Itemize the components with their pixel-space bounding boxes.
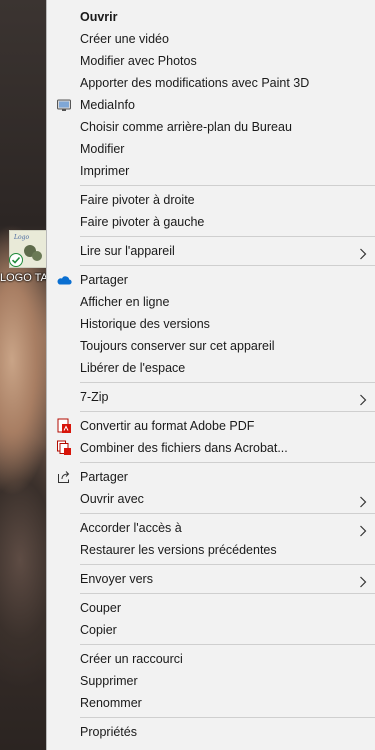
menu-item-creer-un-raccourci[interactable]: Créer un raccourci xyxy=(47,648,375,670)
menu-item-label: Imprimer xyxy=(80,164,130,178)
menu-separator xyxy=(80,564,375,565)
menu-separator xyxy=(80,644,375,645)
menu-item-liberer-de-l-espace[interactable]: Libérer de l'espace xyxy=(47,357,375,379)
share-icon xyxy=(56,469,72,485)
desktop-file-icon[interactable]: Logo LOGO TAIMAG xyxy=(0,226,47,306)
menu-item-label: Propriétés xyxy=(80,725,137,739)
desktop-file-label: LOGO TAIMAG xyxy=(0,272,46,284)
menu-separator xyxy=(80,236,375,237)
menu-item-label: Choisir comme arrière-plan du Bureau xyxy=(80,120,292,134)
context-menu: Ouvrir Créer une vidéo Modifier avec Photo… xyxy=(46,0,375,750)
menu-item-accorder-l-acces-a[interactable]: Accorder l'accès à xyxy=(47,517,375,539)
menu-item-label: Couper xyxy=(80,601,121,615)
menu-item-label: Toujours conserver sur cet appareil xyxy=(80,339,275,353)
menu-item-partager[interactable]: Partager xyxy=(47,466,375,488)
menu-item-label: Libérer de l'espace xyxy=(80,361,186,375)
menu-item-label: Envoyer vers xyxy=(80,572,153,586)
acrobat-combine-icon xyxy=(56,440,72,456)
menu-item-label: Faire pivoter à gauche xyxy=(80,215,205,229)
sync-check-icon xyxy=(9,253,23,267)
chevron-right-icon xyxy=(359,391,367,406)
menu-item-faire-pivoter-a-droite[interactable]: Faire pivoter à droite xyxy=(47,189,375,211)
menu-item-partager[interactable]: Partager xyxy=(47,269,375,291)
menu-item-modifier-avec-photos[interactable]: Modifier avec Photos xyxy=(47,50,375,72)
menu-item-ouvrir-avec[interactable]: Ouvrir avec xyxy=(47,488,375,510)
menu-separator xyxy=(80,462,375,463)
menu-item-label: Apporter des modifications avec Paint 3D xyxy=(80,76,310,90)
menu-item-restaurer-les-versions-precedentes[interactable]: Restaurer les versions précédentes xyxy=(47,539,375,561)
menu-separator xyxy=(80,411,375,412)
menu-item-label: Partager xyxy=(80,273,128,287)
menu-item-7-zip[interactable]: 7-Zip xyxy=(47,386,375,408)
menu-item-label: Ouvrir avec xyxy=(80,492,144,506)
menu-item-renommer[interactable]: Renommer xyxy=(47,692,375,714)
menu-item-label: Restaurer les versions précédentes xyxy=(80,543,277,557)
menu-item-label: 7-Zip xyxy=(80,390,109,404)
menu-item-label: Créer un raccourci xyxy=(80,652,183,666)
chevron-right-icon xyxy=(359,245,367,260)
chevron-right-icon xyxy=(359,573,367,588)
menu-item-proprietes[interactable]: Propriétés xyxy=(47,721,375,743)
menu-item-modifier[interactable]: Modifier xyxy=(47,138,375,160)
menu-item-lire-sur-l-appareil[interactable]: Lire sur l'appareil xyxy=(47,240,375,262)
mediainfo-icon xyxy=(56,97,72,113)
menu-item-label: Historique des versions xyxy=(80,317,210,331)
menu-separator xyxy=(80,717,375,718)
menu-separator xyxy=(80,265,375,266)
menu-item-couper[interactable]: Couper xyxy=(47,597,375,619)
menu-item-label: Accorder l'accès à xyxy=(80,521,182,535)
menu-item-label: Modifier avec Photos xyxy=(80,54,197,68)
menu-item-label: MediaInfo xyxy=(80,98,135,112)
menu-separator xyxy=(80,513,375,514)
onedrive-cloud-icon xyxy=(56,272,72,288)
menu-separator xyxy=(80,382,375,383)
menu-item-label: Créer une vidéo xyxy=(80,32,169,46)
menu-item-faire-pivoter-a-gauche[interactable]: Faire pivoter à gauche xyxy=(47,211,375,233)
menu-item-supprimer[interactable]: Supprimer xyxy=(47,670,375,692)
menu-separator xyxy=(80,185,375,186)
menu-item-envoyer-vers[interactable]: Envoyer vers xyxy=(47,568,375,590)
menu-item-label: Partager xyxy=(80,470,128,484)
menu-item-choisir-comme-arriere-plan-du-bureau[interactable]: Choisir comme arrière-plan du Bureau xyxy=(47,116,375,138)
menu-item-label: Ouvrir xyxy=(80,10,118,24)
menu-item-historique-des-versions[interactable]: Historique des versions xyxy=(47,313,375,335)
menu-item-combiner-des-fichiers-dans-acrobat[interactable]: Combiner des fichiers dans Acrobat... xyxy=(47,437,375,459)
menu-item-label: Faire pivoter à droite xyxy=(80,193,195,207)
menu-item-label: Combiner des fichiers dans Acrobat... xyxy=(80,441,288,455)
menu-item-label: Modifier xyxy=(80,142,125,156)
chevron-right-icon xyxy=(359,522,367,537)
menu-item-toujours-conserver-sur-cet-appareil[interactable]: Toujours conserver sur cet appareil xyxy=(47,335,375,357)
menu-separator xyxy=(80,593,375,594)
menu-item-creer-une-video[interactable]: Créer une vidéo xyxy=(47,28,375,50)
menu-item-apporter-des-modifications-avec-paint-3d[interactable]: Apporter des modifications avec Paint 3D xyxy=(47,72,375,94)
menu-item-label: Afficher en ligne xyxy=(80,295,170,309)
menu-item-convertir-au-format-adobe-pdf[interactable]: Convertir au format Adobe PDF xyxy=(47,415,375,437)
menu-item-mediainfo[interactable]: MediaInfo xyxy=(47,94,375,116)
menu-item-copier[interactable]: Copier xyxy=(47,619,375,641)
menu-item-label: Convertir au format Adobe PDF xyxy=(80,419,255,433)
adobe-pdf-icon xyxy=(56,418,72,434)
menu-item-afficher-en-ligne[interactable]: Afficher en ligne xyxy=(47,291,375,313)
menu-item-label: Copier xyxy=(80,623,117,637)
menu-item-ouvrir[interactable]: Ouvrir xyxy=(47,6,375,28)
menu-item-label: Renommer xyxy=(80,696,142,710)
chevron-right-icon xyxy=(359,493,367,508)
menu-item-label: Supprimer xyxy=(80,674,138,688)
menu-item-imprimer[interactable]: Imprimer xyxy=(47,160,375,182)
menu-item-label: Lire sur l'appareil xyxy=(80,244,175,258)
